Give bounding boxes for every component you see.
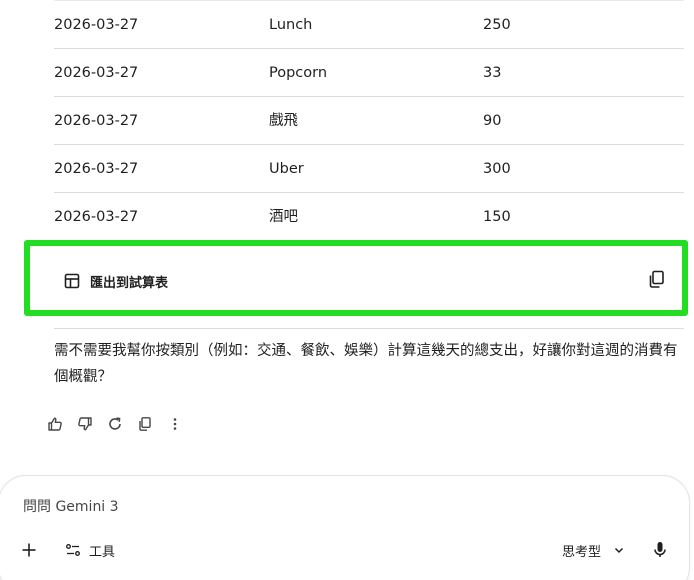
cell-amount: 150 (483, 209, 511, 225)
table-icon (64, 273, 80, 289)
prompt-input[interactable] (23, 496, 623, 518)
copy-table-button[interactable] (646, 268, 668, 290)
table-row: 2026-03-27 Popcorn 33 (54, 48, 684, 96)
more-vert-icon (173, 418, 177, 430)
cell-date: 2026-03-27 (54, 65, 139, 81)
tools-button[interactable]: 工具 (65, 540, 115, 560)
table-row: 2026-03-27 戲飛 90 (54, 96, 684, 144)
add-attachment-button[interactable] (19, 540, 39, 560)
microphone-button[interactable] (652, 540, 668, 560)
divider (54, 328, 684, 329)
table-row: 2026-03-27 酒吧 150 (54, 192, 684, 240)
export-bar: 匯出到試算表 (24, 240, 688, 316)
thumbs-up-button[interactable] (46, 415, 64, 433)
model-selector[interactable]: 思考型 (562, 540, 625, 560)
prompt-composer: 工具 思考型 (0, 475, 690, 580)
export-to-sheets-button[interactable]: 匯出到試算表 (64, 270, 168, 292)
table-row: 2026-03-27 Uber 300 (54, 144, 684, 192)
copy-icon (646, 270, 668, 294)
regenerate-icon (109, 417, 121, 430)
answer-paragraph: 需不需要我幫你按類別（例如：交通、餐飲、娛樂）計算這幾天的總支出，好讓你對這週的… (54, 343, 678, 385)
cell-item: 戲飛 (269, 113, 298, 129)
cell-item: Popcorn (269, 65, 328, 81)
cell-date: 2026-03-27 (54, 161, 139, 177)
table-row: 2026-03-27 Lunch 250 (54, 0, 684, 48)
model-label: 思考型 (562, 544, 602, 560)
response-actions (46, 414, 196, 434)
cell-date: 2026-03-27 (54, 17, 139, 33)
chevron-down-icon (614, 547, 624, 554)
expense-table: 2026-03-27 Lunch 250 2026-03-27 Popcorn … (54, 0, 684, 240)
microphone-icon (654, 542, 666, 557)
cell-amount: 33 (483, 65, 502, 81)
copy-response-button[interactable] (136, 415, 154, 433)
copy-icon (139, 417, 151, 431)
cell-amount: 90 (483, 113, 502, 129)
plus-icon (22, 543, 36, 557)
cell-amount: 300 (483, 161, 511, 177)
more-options-button[interactable] (166, 415, 184, 433)
thumbs-down-icon (78, 417, 92, 431)
cell-item: 酒吧 (269, 209, 298, 225)
tools-label: 工具 (89, 544, 116, 560)
thumbs-up-icon (48, 417, 62, 431)
cell-item: Lunch (269, 17, 313, 33)
cell-date: 2026-03-27 (54, 209, 139, 225)
chat-page: 2026-03-27 Lunch 250 2026-03-27 Popcorn … (0, 0, 694, 580)
thumbs-down-button[interactable] (76, 415, 94, 433)
export-label: 匯出到試算表 (90, 275, 169, 291)
cell-item: Uber (269, 161, 304, 177)
tools-icon (66, 544, 80, 556)
regenerate-button[interactable] (106, 415, 124, 433)
cell-amount: 250 (483, 17, 511, 33)
cell-date: 2026-03-27 (54, 113, 139, 129)
